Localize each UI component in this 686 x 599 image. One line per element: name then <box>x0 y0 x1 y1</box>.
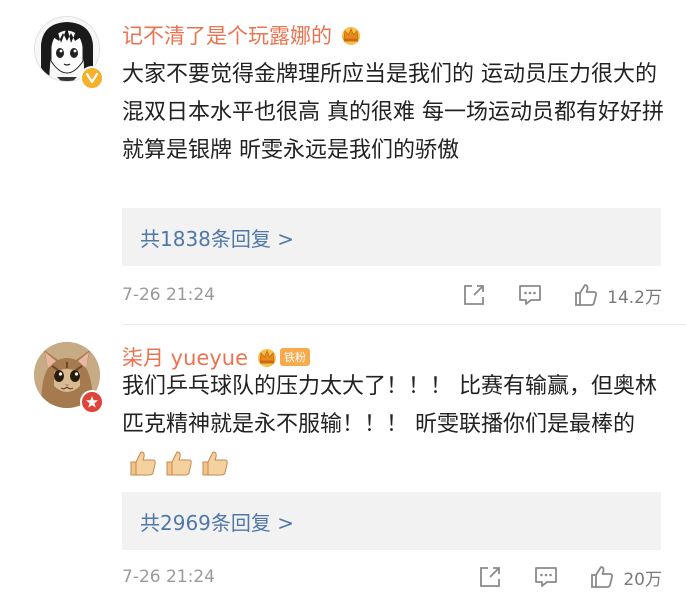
like-count[interactable]: 14.2万 <box>607 283 662 308</box>
like-icon[interactable] <box>573 282 599 308</box>
view-replies-link[interactable]: 共1838条回复 > <box>122 208 661 266</box>
thumbs-up-emojis <box>128 444 236 482</box>
crown-icon <box>340 25 362 45</box>
crown-icon <box>256 347 278 367</box>
timestamp: 7-26 21:24 <box>122 285 215 305</box>
thumbs-up-emoji-icon <box>166 451 192 476</box>
share-icon[interactable] <box>477 564 503 590</box>
thumbs-up-emoji-icon <box>202 451 228 476</box>
replies-count-label[interactable]: 共1838条回复 > <box>140 223 294 252</box>
username[interactable]: 记不清了是个玩露娜的 <box>122 20 362 50</box>
thumbs-up-emoji-icon <box>130 451 156 476</box>
comment-footer: 7-26 21:24 20万 <box>122 562 662 592</box>
like-count[interactable]: 20万 <box>623 565 662 590</box>
comment-icon[interactable] <box>517 282 543 308</box>
view-replies-link[interactable]: 共2969条回复 > <box>122 492 661 550</box>
comment-divider <box>122 324 686 325</box>
comment-actions: 14.2万 <box>461 280 662 310</box>
replies-count-label[interactable]: 共2969条回复 > <box>140 507 294 536</box>
comment-text-body: 我们乒乓球队的压力太大了！！！ 比赛有输赢，但奥林匹克精神就是永不服输！！！ 昕… <box>122 374 657 437</box>
fan-badge: 铁粉 <box>280 348 310 366</box>
member-badge-icon <box>80 390 104 414</box>
comment-footer: 7-26 21:24 14.2万 <box>122 280 662 310</box>
username-text[interactable]: 记不清了是个玩露娜的 <box>122 20 332 50</box>
comment-actions: 20万 <box>477 562 662 592</box>
comment-item: 记不清了是个玩露娜的 大家不要觉得金牌理所应当是我们的 运动员压力很大的 混双日… <box>0 0 686 320</box>
like-icon[interactable] <box>589 564 615 590</box>
comment-text: 我们乒乓球队的压力太大了！！！ 比赛有输赢，但奥林匹克精神就是永不服输！！！ 昕… <box>122 368 667 482</box>
comment-item: 柒月 yueyue 铁粉 我们乒乓球队的压力太大了！！！ 比赛有输赢，但奥林匹克… <box>0 330 686 599</box>
verified-badge-icon <box>80 66 104 90</box>
comment-text: 大家不要觉得金牌理所应当是我们的 运动员压力很大的 混双日本水平也很高 真的很难… <box>122 62 664 163</box>
comment-icon[interactable] <box>533 564 559 590</box>
share-icon[interactable] <box>461 282 487 308</box>
timestamp: 7-26 21:24 <box>122 567 215 587</box>
